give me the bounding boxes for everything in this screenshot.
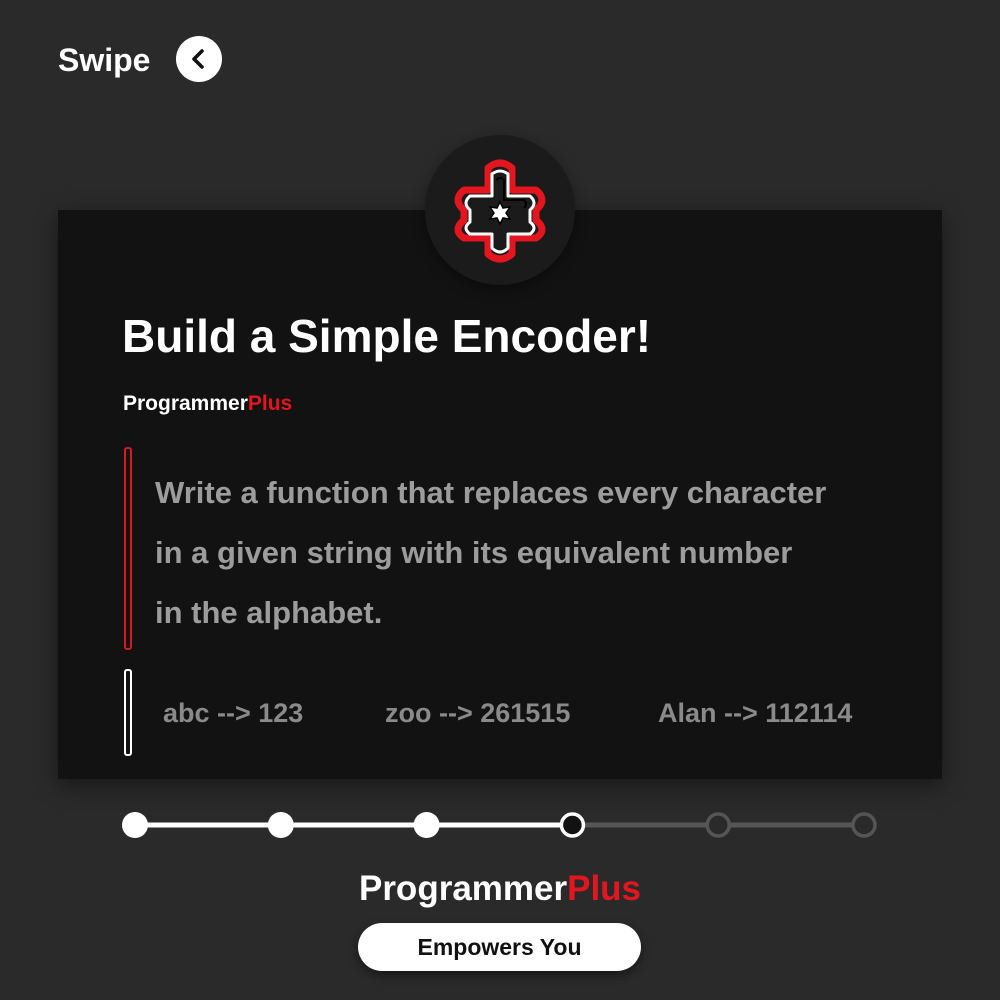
card-title: Build a Simple Encoder!: [122, 310, 652, 362]
description-line: in the alphabet.: [155, 595, 383, 630]
description-accent-bar: [124, 447, 132, 650]
card-brand-name: Programmer: [123, 392, 248, 415]
progress-stepper: [122, 812, 877, 838]
example-item: zoo --> 261515: [385, 698, 571, 728]
progress-step-completed: [122, 812, 148, 838]
footer-brand: ProgrammerPlus: [0, 866, 1000, 912]
example-item: abc --> 123: [163, 698, 304, 728]
swipe-label: Swipe: [58, 42, 151, 78]
chevron-left-icon: [192, 49, 204, 69]
card-brand-accent: Plus: [247, 392, 293, 415]
tagline-label: Empowers You: [417, 933, 582, 960]
description-line: in a given string with its equivalent nu…: [155, 535, 793, 570]
logo-badge: [425, 135, 575, 285]
example-item: Alan --> 112114: [658, 698, 853, 728]
description-line: Write a function that replaces every cha…: [155, 475, 827, 510]
swipe-back-button[interactable]: [176, 36, 222, 82]
tagline-button[interactable]: Empowers You: [358, 923, 641, 971]
progress-step-upcoming: [851, 812, 877, 838]
examples-accent-bar: [124, 669, 132, 756]
programmerplus-logo-icon: [454, 159, 546, 263]
progress-step-current: [559, 812, 586, 838]
card-brand: ProgrammerPlus: [123, 390, 292, 418]
progress-step-upcoming: [705, 812, 731, 838]
footer-brand-name: Programmer: [358, 869, 568, 908]
challenge-description: Write a function that replaces every cha…: [155, 463, 915, 643]
progress-step-completed: [267, 812, 294, 838]
progress-step-completed: [413, 812, 440, 838]
footer-brand-accent: Plus: [567, 869, 642, 908]
